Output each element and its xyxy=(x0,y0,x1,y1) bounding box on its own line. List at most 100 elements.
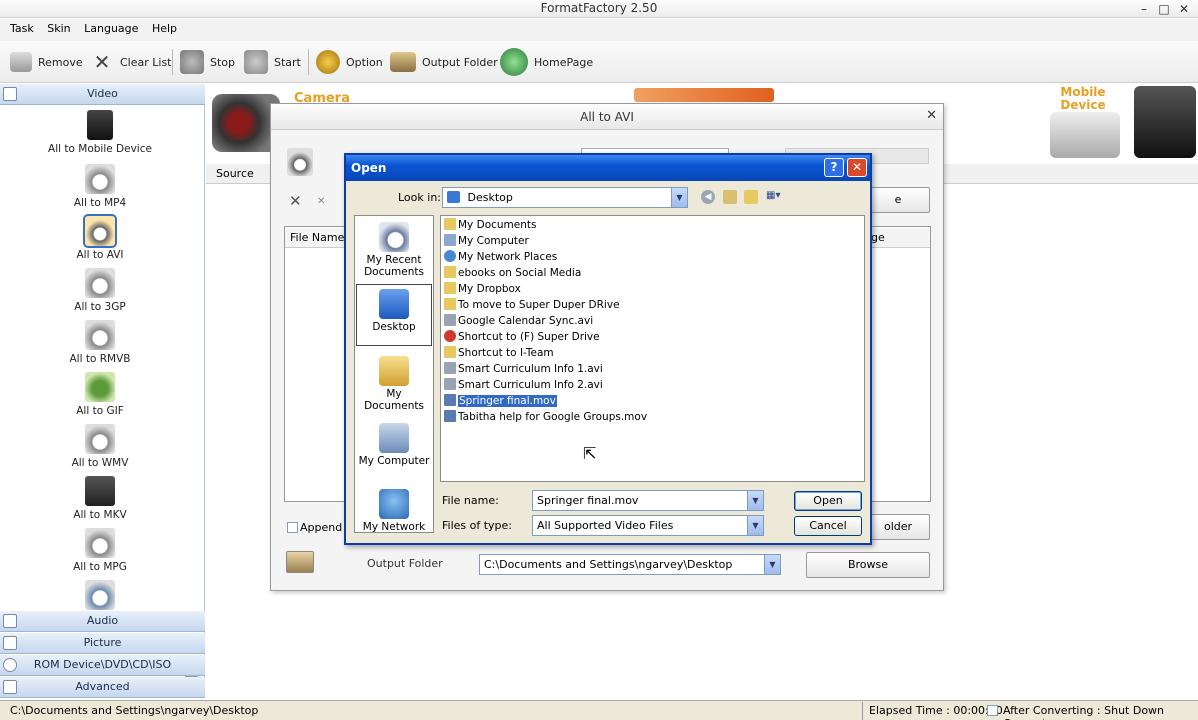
sidebar-item-mobile-device[interactable]: All to Mobile Device xyxy=(0,110,200,155)
category-advanced[interactable]: Advanced xyxy=(0,677,205,698)
browse-button[interactable]: Browse xyxy=(806,552,930,578)
category-video[interactable]: Video xyxy=(0,84,205,105)
computer-icon xyxy=(444,234,456,246)
start-button[interactable]: Start xyxy=(244,47,301,77)
format-factory-logo xyxy=(634,88,774,102)
list-item[interactable]: Tabitha help for Google Groups.mov xyxy=(444,410,649,425)
menu-language[interactable]: Language xyxy=(79,19,143,35)
list-item[interactable]: ebooks on Social Media xyxy=(444,266,583,281)
video-category-icon xyxy=(3,87,17,101)
file-list[interactable]: My Documents My Computer My Network Plac… xyxy=(440,215,865,482)
list-item[interactable]: Shortcut to I-Team xyxy=(444,346,556,361)
list-item[interactable]: Shortcut to (F) Super Drive xyxy=(444,330,602,345)
avi-dialog-title: All to AVI xyxy=(271,104,943,130)
3gp-icon xyxy=(85,268,115,298)
desktop-icon xyxy=(379,289,409,319)
category-rom[interactable]: ROM Device\DVD\CD\ISO xyxy=(0,655,205,676)
menu-task[interactable]: Task xyxy=(0,19,39,35)
toolbar: Remove ✕ Clear List Stop Start Option Ou… xyxy=(0,41,1198,83)
sidebar-item-vob[interactable] xyxy=(0,580,200,613)
option-button[interactable]: Option xyxy=(316,47,383,77)
close-icon[interactable]: ✕ xyxy=(847,158,867,177)
right-column-header[interactable]: ge xyxy=(868,228,930,248)
sidebar-item-avi[interactable]: All to AVI xyxy=(0,214,200,261)
output-folder-button[interactable]: Output Folder xyxy=(390,47,498,77)
shortcut-icon xyxy=(444,330,456,342)
sidebar-item-mp4[interactable]: All to MP4 xyxy=(0,164,200,209)
list-item[interactable]: Smart Curriculum Info 2.avi xyxy=(444,378,605,393)
video-icon xyxy=(444,378,456,390)
list-item[interactable]: My Network Places xyxy=(444,250,559,265)
view-menu-icon[interactable]: ▦▾ xyxy=(766,190,788,204)
output-folder-combo[interactable]: C:\Documents and Settings\ngarvey\Deskto… xyxy=(479,554,781,575)
remove-button[interactable]: Remove xyxy=(10,47,83,77)
sidebar-item-wmv[interactable]: All to WMV xyxy=(0,424,200,469)
list-item[interactable]: My Dropbox xyxy=(444,282,523,297)
place-recent-documents[interactable]: My Recent Documents xyxy=(355,222,433,278)
file-name-combo[interactable]: Springer final.mov ▼ xyxy=(532,490,764,511)
files-of-type-combo[interactable]: All Supported Video Files ▼ xyxy=(532,515,764,536)
list-item[interactable]: Smart Curriculum Info 1.avi xyxy=(444,362,605,377)
desktop-small-icon xyxy=(447,191,460,203)
elapsed-time: Elapsed Time : 00:00:00 xyxy=(869,704,1003,717)
list-item[interactable]: To move to Super Duper DRive xyxy=(444,298,622,313)
stop-button[interactable]: Stop xyxy=(180,47,235,77)
folder-icon xyxy=(444,218,456,230)
recent-documents-icon xyxy=(379,222,409,252)
maximize-icon[interactable]: □ xyxy=(1154,1,1174,18)
file-name-column-header[interactable]: File Name xyxy=(285,228,347,248)
open-dialog-title: Open xyxy=(346,155,870,181)
look-in-combo[interactable]: Desktop ▼ xyxy=(442,187,688,208)
sidebar-item-mkv[interactable]: All to MKV xyxy=(0,476,200,521)
open-button[interactable]: Open xyxy=(794,491,862,511)
place-desktop[interactable]: Desktop xyxy=(356,284,432,346)
chevron-down-icon[interactable]: ▼ xyxy=(747,491,763,510)
mp4-icon xyxy=(85,164,115,194)
place-my-computer[interactable]: My Computer xyxy=(355,423,433,467)
menu-skin[interactable]: Skin xyxy=(42,19,75,35)
minimize-icon[interactable]: – xyxy=(1134,1,1154,18)
close-icon[interactable]: ✕ xyxy=(926,108,937,123)
category-audio[interactable]: Audio xyxy=(0,611,205,632)
rmvb-icon xyxy=(85,320,115,350)
add-file-button[interactable]: e xyxy=(866,187,930,213)
clear-x-icon: ✕ xyxy=(93,50,111,74)
new-folder-icon[interactable] xyxy=(744,190,758,204)
list-item[interactable]: My Documents xyxy=(444,218,538,233)
sidebar-item-rmvb[interactable]: All to RMVB xyxy=(0,320,200,365)
my-network-icon xyxy=(379,489,409,519)
output-folder-icon[interactable] xyxy=(286,551,314,573)
clear-x-icon[interactable]: ✕ xyxy=(317,196,325,207)
app-title: FormatFactory 2.50 xyxy=(540,1,658,15)
up-folder-icon[interactable] xyxy=(723,190,737,204)
append-checkbox[interactable] xyxy=(287,522,298,533)
video-icon xyxy=(444,362,456,374)
chevron-down-icon[interactable]: ▼ xyxy=(747,516,763,535)
back-icon[interactable]: ◀ xyxy=(701,190,715,204)
video-icon xyxy=(444,314,456,326)
place-my-documents[interactable]: My Documents xyxy=(355,356,433,412)
list-item[interactable]: My Computer xyxy=(444,234,531,249)
place-my-network[interactable]: My Network xyxy=(355,489,433,532)
help-icon[interactable]: ? xyxy=(824,158,844,177)
category-picture[interactable]: Picture xyxy=(0,633,205,654)
wmv-icon xyxy=(85,424,115,454)
list-item-selected[interactable]: Springer final.mov xyxy=(444,394,559,409)
delete-x-icon[interactable]: ✕ xyxy=(289,192,302,210)
mobile-device-label: Mobile Device xyxy=(1060,85,1106,112)
chevron-down-icon[interactable]: ▼ xyxy=(671,188,687,207)
list-item[interactable]: Google Calendar Sync.avi xyxy=(444,314,595,329)
menu-help[interactable]: Help xyxy=(147,19,182,35)
clear-list-button[interactable]: ✕ Clear List xyxy=(90,47,172,77)
sidebar-item-mpg[interactable]: All to MPG xyxy=(0,528,200,573)
homepage-button[interactable]: HomePage xyxy=(500,47,593,77)
gif-icon xyxy=(85,372,115,402)
cancel-button[interactable]: Cancel xyxy=(794,516,862,536)
output-folder-open-button[interactable]: older xyxy=(866,514,930,540)
sidebar-item-3gp[interactable]: All to 3GP xyxy=(0,268,200,313)
close-icon[interactable]: ✕ xyxy=(1174,1,1194,18)
chevron-down-icon[interactable]: ▼ xyxy=(764,555,780,574)
sidebar-item-gif[interactable]: All to GIF xyxy=(0,372,200,417)
folder-icon xyxy=(444,346,456,358)
after-converting-checkbox[interactable] xyxy=(987,705,998,716)
